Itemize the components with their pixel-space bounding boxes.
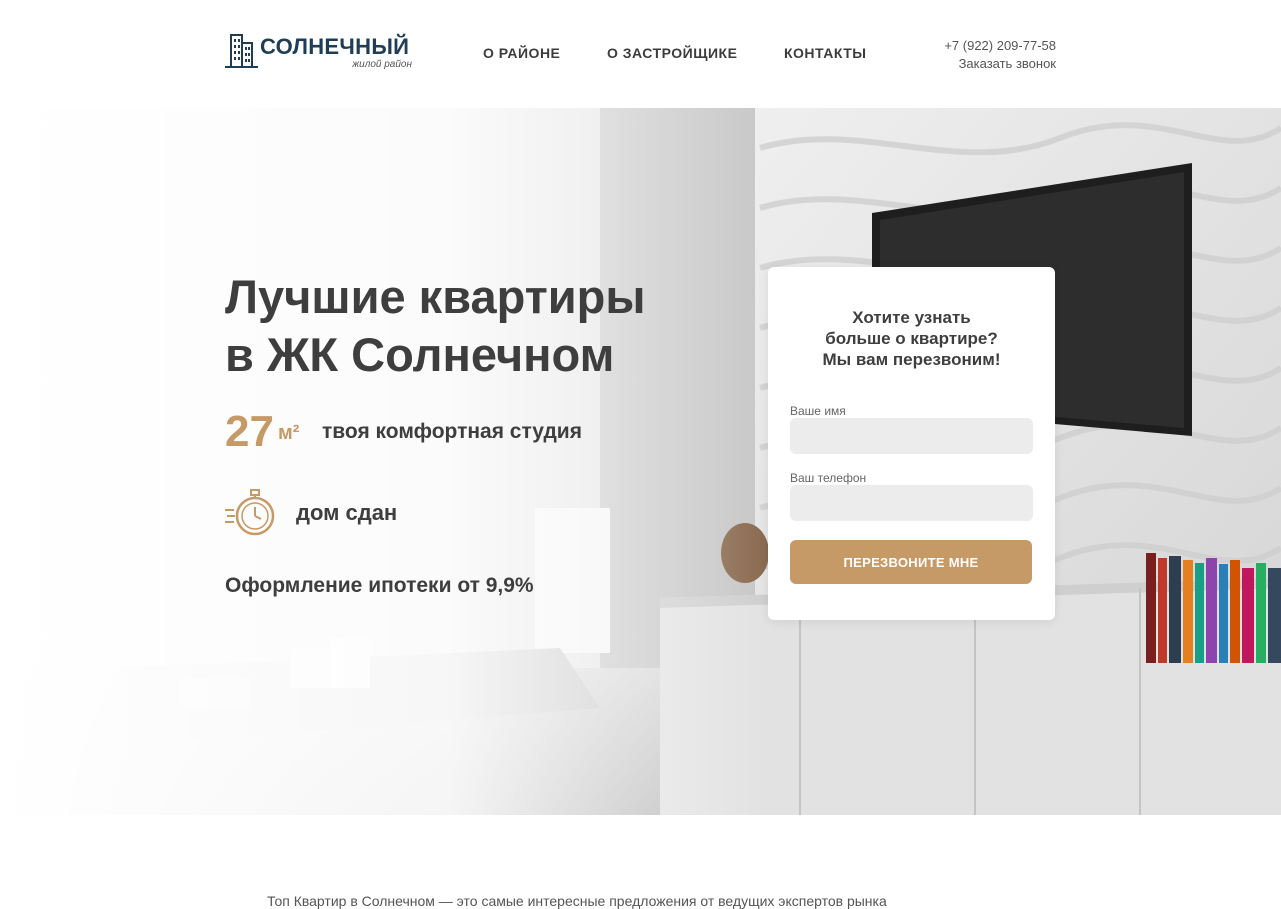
name-field[interactable] [790,418,1033,454]
area-unit: м² [278,422,300,444]
callback-form: Хотите узнать больше о квартире? Мы вам … [768,267,1055,620]
hero-section: Лучшие квартиры в ЖК Солнечном 27 м² тво… [0,108,1281,815]
name-label: Ваше имя [790,404,846,418]
phone-field[interactable] [790,485,1033,521]
intro-text: Топ Квартир в Солнечном — это самые инте… [267,893,887,909]
logo-subtitle: жилой район [352,59,412,70]
hero-background-image [0,108,1281,815]
mortgage-text: Оформление ипотеки от 9,9% [225,574,534,597]
hero-headline: Лучшие квартиры в ЖК Солнечном [225,268,645,384]
callback-link[interactable]: Заказать звонок [944,55,1056,73]
callback-submit-button[interactable]: ПЕРЕЗВОНИТЕ МНЕ [790,540,1032,584]
nav-item-about-district[interactable]: О РАЙОНЕ [483,45,560,61]
stopwatch-icon [225,489,275,536]
logo[interactable]: СОЛНЕЧНЫЙ жилой район [225,33,425,73]
form-title: Хотите узнать больше о квартире? Мы вам … [768,307,1055,370]
building-logo-icon [225,34,258,68]
hero-headline-line2: в ЖК Солнечном [225,328,615,381]
logo-title: СОЛНЕЧНЫЙ [260,34,410,59]
hero-headline-line1: Лучшие квартиры [225,270,646,323]
header-contacts: +7 (922) 209-77-58 Заказать звонок [944,37,1056,73]
form-title-line1: Хотите узнать [852,308,971,327]
area-value: 27 [225,407,274,456]
area-text: твоя комфортная студия [322,420,582,443]
phone-link[interactable]: +7 (922) 209-77-58 [944,37,1056,55]
status-text: дом сдан [296,500,398,525]
nav-item-about-developer[interactable]: О ЗАСТРОЙЩИКЕ [607,45,737,61]
phone-label: Ваш телефон [790,471,867,485]
nav-item-contacts[interactable]: КОНТАКТЫ [784,45,866,61]
form-title-line2: больше о квартире? [825,329,998,348]
site-header: СОЛНЕЧНЫЙ жилой район О РАЙОНЕ О ЗАСТРОЙ… [0,0,1281,108]
form-title-line3: Мы вам перезвоним! [822,350,1001,369]
